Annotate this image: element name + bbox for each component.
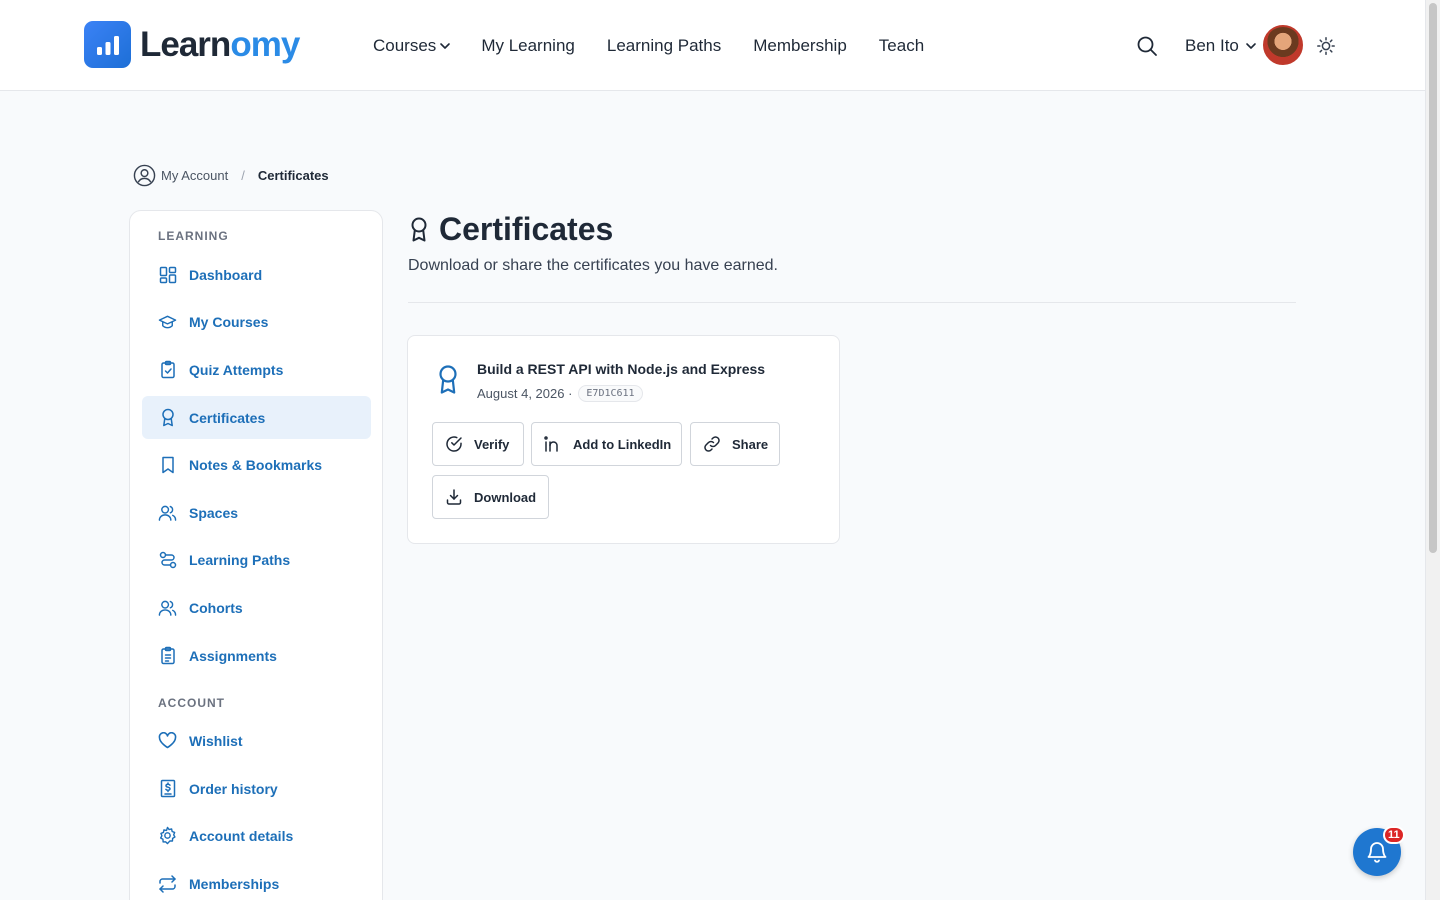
breadcrumb-current: Certificates [257,168,329,183]
nav-learning-paths[interactable]: Learning Paths [607,36,721,56]
sun-icon [1316,36,1336,56]
user-name: Ben Ito [1185,35,1239,55]
scrollbar-thumb[interactable] [1429,3,1437,553]
user-menu-button[interactable]: Ben Ito [1185,0,1258,91]
nav-teach[interactable]: Teach [879,36,924,56]
avatar[interactable] [1263,25,1303,65]
nav-courses[interactable]: Courses [373,36,452,56]
add-to-linkedin-button[interactable]: Add to LinkedIn [531,422,682,466]
search-button[interactable] [1135,0,1159,91]
award-icon [436,364,460,396]
clipboard-check-icon [158,360,177,379]
page-title-row: Certificates [408,211,613,248]
sidebar-item-label: Certificates [189,409,266,426]
route-icon [158,550,177,569]
page-subtitle: Download or share the certificates you h… [408,257,778,274]
sidebar-item-label: My Courses [189,313,269,330]
graduation-cap-icon [158,312,177,331]
page-title: Certificates [439,211,614,247]
award-icon [408,216,430,244]
sidebar-item-wishlist[interactable]: Wishlist [142,719,371,762]
main-nav: Courses My Learning Learning Paths Membe… [373,0,924,91]
sidebar-item-label: Order history [189,780,278,797]
breadcrumb-separator: / [241,168,245,183]
brand-logo[interactable]: Learnomy [84,21,300,68]
award-icon [158,408,177,427]
sidebar-heading-account: ACCOUNT [158,696,225,710]
nav-courses-label: Courses [373,35,437,55]
account-sidebar: LEARNING Dashboard My Courses Quiz Attem… [129,210,383,900]
content-divider [408,302,1296,303]
sidebar-item-notes-bookmarks[interactable]: Notes & Bookmarks [142,443,371,486]
sidebar-item-label: Quiz Attempts [189,361,284,378]
sidebar-item-certificates[interactable]: Certificates [142,396,371,439]
download-icon [445,488,463,506]
verify-button[interactable]: Verify [432,422,524,466]
repeat-icon [158,874,177,893]
sidebar-item-assignments[interactable]: Assignments [142,634,371,677]
user-group-icon [158,598,177,617]
nav-my-learning[interactable]: My Learning [481,36,575,56]
sidebar-item-label: Spaces [189,504,239,521]
users-icon [158,503,177,522]
sidebar-item-label: Memberships [189,875,280,892]
share-label: Share [732,436,769,452]
sidebar-item-spaces[interactable]: Spaces [142,491,371,534]
sidebar-item-label: Dashboard [189,266,263,283]
check-circle-icon [445,435,463,453]
notification-count-badge: 11 [1383,826,1405,844]
certificate-card: Build a REST API with Node.js and Expres… [407,335,840,544]
nav-membership-label: Membership [753,35,847,55]
top-header: Learnomy Courses My Learning Learning Pa… [0,0,1425,91]
verify-label: Verify [474,436,510,452]
receipt-icon [158,779,177,798]
search-icon [1135,34,1159,58]
chevron-down-icon [438,39,452,53]
sidebar-item-label: Notes & Bookmarks [189,456,323,473]
sidebar-item-label: Wishlist [189,732,243,749]
sidebar-item-quiz-attempts[interactable]: Quiz Attempts [142,348,371,391]
sidebar-item-label: Assignments [189,647,277,664]
nav-membership[interactable]: Membership [753,36,847,56]
nav-teach-label: Teach [878,35,925,55]
certificate-date: August 4, 2026 · [477,386,573,401]
certificate-title: Build a REST API with Node.js and Expres… [477,361,766,377]
nav-learning-paths-label: Learning Paths [606,35,722,55]
certificate-meta: August 4, 2026 · E7D1C611 [477,385,643,402]
heart-icon [158,731,177,750]
chevron-down-icon [1244,39,1258,53]
sidebar-item-memberships[interactable]: Memberships [142,862,371,900]
linkedin-label: Add to LinkedIn [573,436,672,452]
sidebar-item-label: Account details [189,827,294,844]
theme-toggle-button[interactable] [1316,0,1336,91]
bookmark-icon [158,455,177,474]
share-button[interactable]: Share [690,422,780,466]
bell-icon [1366,840,1388,864]
sidebar-item-label: Learning Paths [189,551,291,568]
gear-icon [158,826,177,845]
sidebar-item-order-history[interactable]: Order history [142,767,371,810]
breadcrumb: My Account / Certificates [133,164,329,187]
certificate-code: E7D1C611 [578,385,643,402]
sidebar-item-label: Cohorts [189,599,243,616]
sidebar-item-dashboard[interactable]: Dashboard [142,253,371,296]
download-button[interactable]: Download [432,475,549,519]
linkedin-icon [544,435,562,453]
brand-name: Learnomy [140,24,300,64]
clipboard-list-icon [158,646,177,665]
sidebar-heading-learning: LEARNING [158,229,229,243]
sidebar-item-cohorts[interactable]: Cohorts [142,586,371,629]
logo-chart-icon [84,21,131,68]
breadcrumb-my-account[interactable]: My Account [161,168,228,183]
link-icon [703,435,721,453]
sidebar-item-my-courses[interactable]: My Courses [142,300,371,343]
user-circle-icon [133,164,156,187]
dashboard-icon [158,265,177,284]
sidebar-item-account-details[interactable]: Account details [142,814,371,857]
sidebar-item-learning-paths[interactable]: Learning Paths [142,538,371,581]
download-label: Download [474,489,537,505]
nav-my-learning-label: My Learning [481,35,575,55]
